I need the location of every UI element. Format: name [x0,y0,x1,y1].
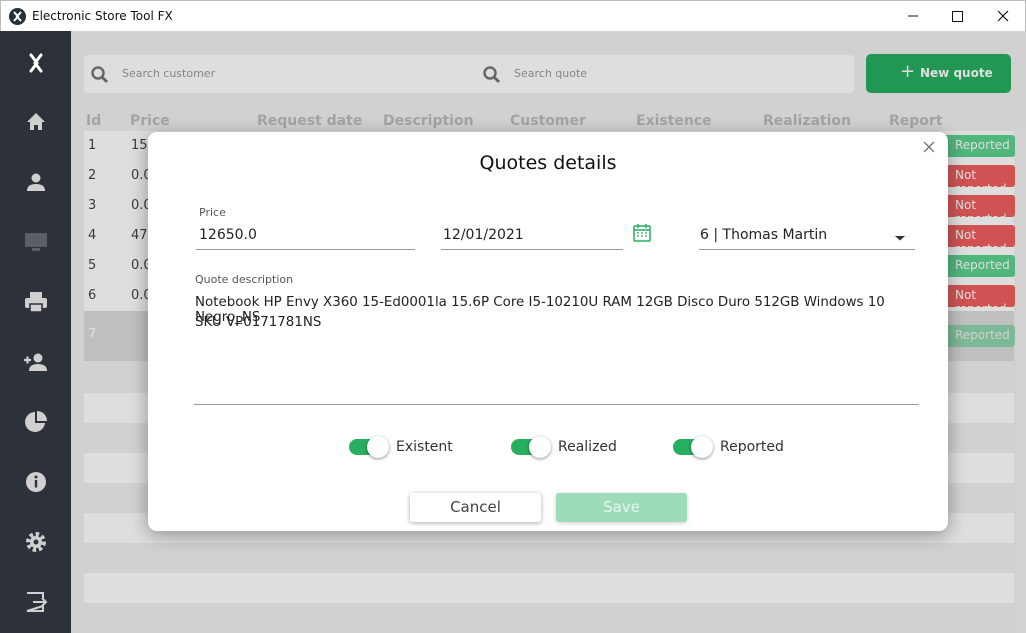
person-add-icon[interactable] [22,348,50,376]
existent-toggle[interactable] [349,436,389,458]
save-button[interactable]: Save [556,493,687,522]
sidebar [0,31,71,633]
gear-icon[interactable] [22,528,50,556]
toggle-knob [691,436,713,458]
reported-toggle[interactable] [673,436,713,458]
window-close-button[interactable] [980,1,1026,31]
date-underline [441,249,623,250]
calendar-icon[interactable] [631,222,653,248]
cancel-button[interactable]: Cancel [410,493,541,522]
description-line-2[interactable]: SKU VP0171781NS [195,315,321,330]
price-underline [196,249,415,250]
toggle-knob [529,436,551,458]
chevron-down-icon[interactable] [894,229,906,248]
sidebar-logo-icon[interactable] [22,49,50,77]
dialog-close-icon[interactable] [921,139,937,155]
quote-details-dialog: Quotes details Price 12650.0 12/01/2021 … [148,132,948,531]
description-underline [194,404,919,405]
window-title: Electronic Store Tool FX [32,9,173,23]
minimize-button[interactable] [890,1,936,31]
printer-icon[interactable] [22,288,50,316]
reported-label: Reported [720,439,784,455]
exit-icon[interactable] [22,588,50,616]
customer-underline [699,249,915,250]
maximize-button[interactable] [935,1,981,31]
realized-label: Realized [558,439,617,455]
pie-chart-icon[interactable] [22,408,50,436]
date-field[interactable]: 12/01/2021 [443,227,524,243]
app-logo-icon [9,8,26,25]
description-label: Quote description [195,273,294,286]
existent-label: Existent [396,439,453,455]
price-field[interactable]: 12650.0 [199,227,257,243]
price-label: Price [199,206,226,219]
monitor-icon[interactable] [22,228,50,256]
realized-toggle[interactable] [511,436,551,458]
title-bar: Electronic Store Tool FX [0,0,1026,31]
info-icon[interactable] [22,468,50,496]
customer-select[interactable]: 6 | Thomas Martin [700,227,827,243]
toggle-knob [367,436,389,458]
person-icon[interactable] [22,168,50,196]
home-icon[interactable] [22,108,50,136]
dialog-title: Quotes details [479,152,617,174]
